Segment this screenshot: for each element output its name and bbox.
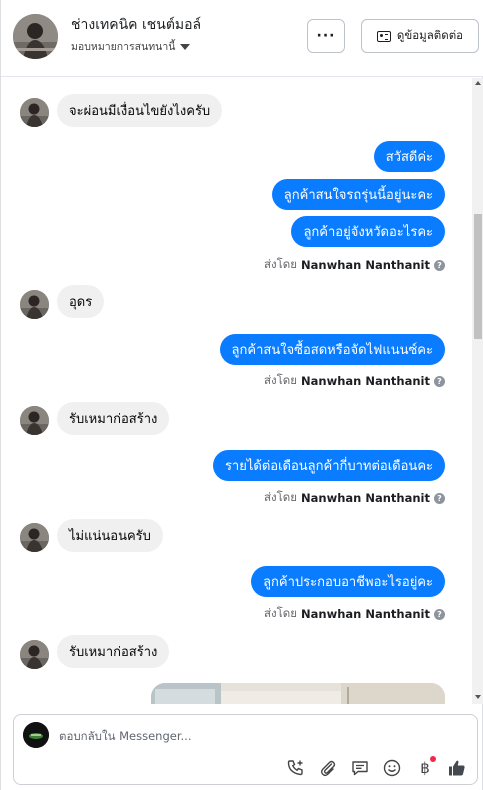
outgoing-message[interactable]: รายได้ต่อเดือนลูกค้ากี่บาทต่อเดือนคะ [212, 450, 445, 481]
sent-by-prefix: ส่งโดย [263, 490, 298, 504]
sent-by-name: Nanwhan Nanthanit [301, 491, 430, 505]
contact-avatar-image [13, 14, 58, 59]
sent-by-prefix: ส่งโดย [263, 257, 298, 271]
sent-by-label: ส่งโดย Nanwhan Nanthanit ? [264, 605, 445, 623]
reply-composer: ฿ [13, 714, 478, 785]
question-icon[interactable]: ? [434, 259, 445, 271]
sent-by-prefix: ส่งโดย [263, 606, 298, 620]
chat-bubble-icon[interactable] [349, 757, 371, 779]
outgoing-message[interactable]: ลูกค้าประกอบอาชีพอะไรอยู่คะ [251, 566, 445, 597]
more-options-button[interactable]: ··· [307, 19, 345, 53]
sender-avatar [20, 98, 49, 127]
question-icon[interactable]: ? [434, 492, 445, 504]
outgoing-message[interactable]: ลูกค้าสนใจซื้อสดหรือจัดไฟแนนซ์คะ [219, 334, 445, 365]
thread-scrollbar[interactable] [472, 78, 483, 704]
inbox-conversation-panel: ช่างเทคนิค เชนต์มอล์ มอบหมายการสนทนานี้ … [0, 0, 483, 790]
phone-add-icon[interactable] [285, 757, 307, 779]
outgoing-message[interactable]: ลูกค้าสนใจรถรุ่นนี้อยู่นะคะ [271, 179, 445, 210]
sent-by-name: Nanwhan Nanthanit [301, 258, 430, 272]
sender-avatar-image [20, 406, 49, 435]
sender-avatar-image [20, 523, 49, 552]
conversation-header: ช่างเทคนิค เชนต์มอล์ มอบหมายการสนทนานี้ … [1, 0, 483, 77]
thumbs-up-icon[interactable] [446, 757, 468, 779]
sender-avatar-image [20, 98, 49, 127]
sent-by-name: Nanwhan Nanthanit [301, 374, 430, 388]
sender-avatar-image [20, 640, 49, 669]
sent-by-label: ส่งโดย Nanwhan Nanthanit ? [264, 372, 445, 390]
notification-dot [430, 756, 436, 762]
question-icon[interactable]: ? [434, 608, 445, 620]
view-contact-info-label: ดูข้อมูลติดต่อ [396, 28, 464, 42]
sent-by-label: ส่งโดย Nanwhan Nanthanit ? [264, 489, 445, 507]
outgoing-message[interactable]: สวัสดีค่ะ [373, 141, 445, 172]
sent-by-prefix: ส่งโดย [263, 373, 298, 387]
image-attachment-preview [151, 683, 445, 704]
message-thread[interactable]: จะผ่อนมีเงื่อนไขยังไงครับ สวัสดีค่ะ ลูกค… [1, 78, 472, 704]
page-avatar-image [23, 722, 49, 748]
incoming-message[interactable]: จะผ่อนมีเงื่อนไขยังไงครับ [57, 94, 223, 127]
view-contact-info-button[interactable]: ดูข้อมูลติดต่อ [361, 19, 479, 53]
sender-avatar [20, 640, 49, 669]
outgoing-message[interactable]: ลูกค้าอยู่จังหวัดอะไรคะ [291, 216, 445, 247]
sender-avatar [20, 406, 49, 435]
incoming-message[interactable]: รับเหมาก่อสร้าง [57, 402, 170, 435]
contact-name[interactable]: ช่างเทคนิค เชนต์มอล์ [71, 14, 201, 36]
reply-input[interactable] [59, 726, 439, 746]
page-avatar [23, 722, 49, 748]
assign-label: มอบหมายการสนทนานี้ [71, 41, 176, 53]
sender-avatar-image [20, 290, 49, 319]
question-icon[interactable]: ? [434, 375, 445, 387]
scroll-down-arrow-icon[interactable] [475, 695, 481, 699]
scroll-up-arrow-icon[interactable] [475, 81, 481, 85]
caret-down-icon [180, 43, 191, 50]
sender-avatar [20, 523, 49, 552]
assign-conversation-dropdown[interactable]: มอบหมายการสนทนานี้ [71, 38, 191, 55]
more-icon: ··· [316, 28, 336, 44]
smile-icon[interactable] [381, 757, 403, 779]
incoming-message[interactable]: ไม่แน่นอนครับ [57, 519, 163, 552]
baht-icon[interactable]: ฿ [414, 756, 436, 779]
image-attachment[interactable] [151, 683, 445, 704]
sender-avatar [20, 290, 49, 319]
incoming-message[interactable]: รับเหมาก่อสร้าง [57, 635, 170, 668]
payment-symbol: ฿ [420, 759, 430, 777]
sent-by-name: Nanwhan Nanthanit [301, 607, 430, 621]
scrollbar-thumb[interactable] [474, 214, 482, 339]
contact-avatar[interactable] [13, 14, 58, 59]
contact-card-icon [376, 30, 391, 42]
incoming-message[interactable]: อุดร [57, 285, 105, 318]
paperclip-icon[interactable] [317, 757, 339, 779]
sent-by-label: ส่งโดย Nanwhan Nanthanit ? [264, 256, 445, 274]
